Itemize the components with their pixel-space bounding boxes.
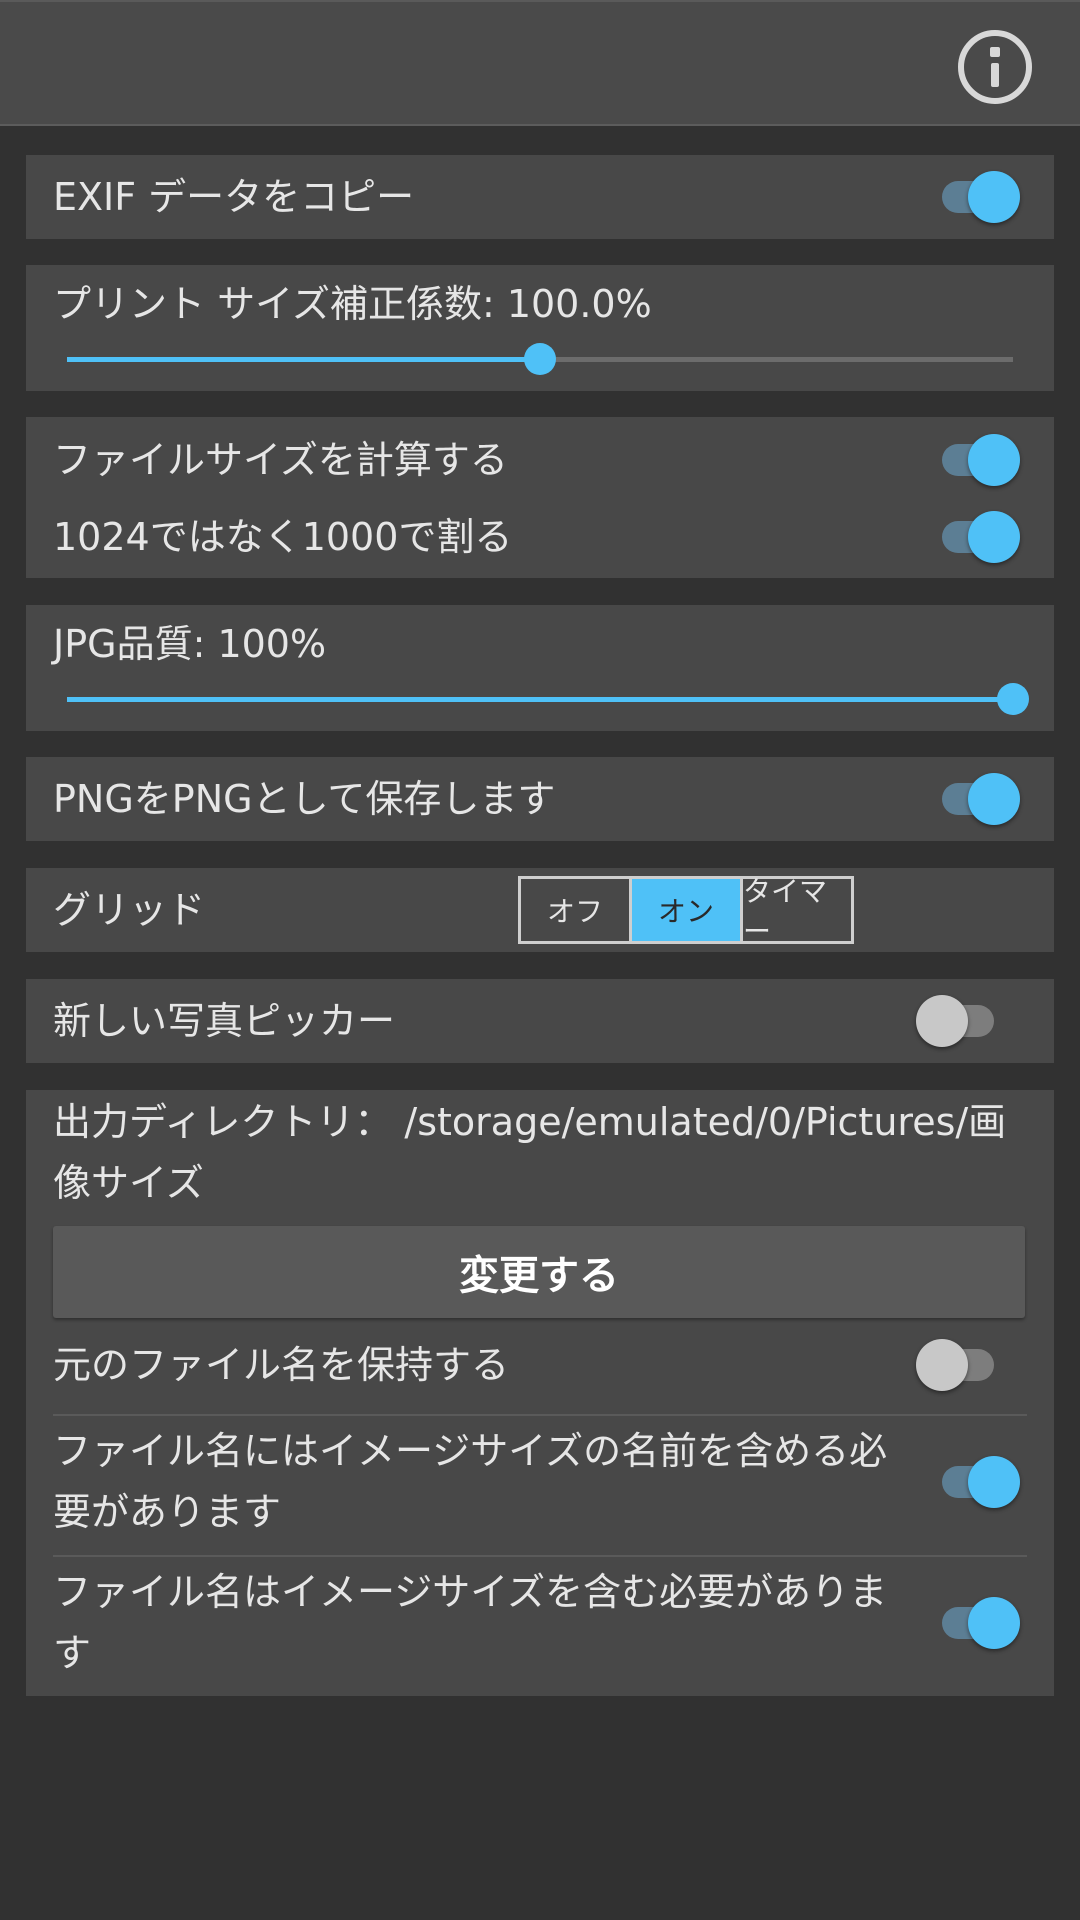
switch-thumb [968, 1597, 1020, 1649]
png-switch[interactable] [936, 773, 1020, 825]
info-icon[interactable] [958, 30, 1032, 104]
slider-knob[interactable] [524, 343, 556, 375]
slider-fill [67, 697, 1013, 702]
divider [53, 1414, 1027, 1416]
include-name-label: ファイル名にはイメージサイズの名前を含める必要があります [53, 1429, 888, 1534]
switch-thumb [968, 434, 1020, 486]
jpg-quality-slider[interactable] [67, 679, 1029, 719]
grid-segmented-control: オフ オン タイマー [518, 875, 854, 948]
print-size-slider[interactable] [67, 339, 1013, 379]
info-icon-stem [991, 63, 999, 87]
keep-original-label: 元のファイル名を保持する [53, 1343, 510, 1387]
keep-original-switch[interactable] [916, 1339, 1000, 1391]
include-name-switch[interactable] [936, 1456, 1020, 1508]
grid-card: グリッド オフ オン タイマー [26, 868, 1054, 952]
divider [53, 1555, 1027, 1557]
photo-picker-label: 新しい写真ピッカー [53, 999, 396, 1043]
slider-fill [67, 357, 540, 362]
slider-knob[interactable] [997, 683, 1029, 715]
grid-option-off[interactable]: オフ [521, 879, 632, 941]
print-size-card: プリント サイズ補正係数: 100.0% [26, 265, 1054, 391]
grid-option-timer[interactable]: タイマー [743, 875, 851, 948]
photo-picker-switch[interactable] [916, 995, 1000, 1047]
switch-thumb [916, 995, 968, 1047]
info-icon-dot [990, 47, 1000, 57]
switch-thumb [968, 171, 1020, 223]
switch-thumb [968, 773, 1020, 825]
jpg-quality-label: JPG品質: 100% [53, 622, 327, 666]
output-directory-text: 出力ディレクトリ： /storage/emulated/0/Pictures/画… [53, 1100, 1007, 1205]
exif-label: EXIF データをコピー [53, 175, 415, 219]
change-directory-button[interactable]: 変更する [53, 1226, 1025, 1318]
switch-thumb [968, 511, 1020, 563]
switch-thumb [968, 1456, 1020, 1508]
divide-1000-switch[interactable] [936, 511, 1020, 563]
print-size-label: プリント サイズ補正係数: 100.0% [53, 282, 652, 326]
png-card: PNGをPNGとして保存します [26, 757, 1054, 841]
exif-switch[interactable] [936, 171, 1020, 223]
jpg-quality-card: JPG品質: 100% [26, 605, 1054, 731]
exif-card: EXIF データをコピー [26, 155, 1054, 239]
calc-file-size-switch[interactable] [936, 434, 1020, 486]
include-size-label: ファイル名はイメージサイズを含む必要があります [53, 1570, 888, 1675]
divide-1000-label: 1024ではなく1000で割る [53, 515, 513, 559]
photo-picker-card: 新しい写真ピッカー [26, 979, 1054, 1063]
png-label: PNGをPNGとして保存します [53, 777, 556, 821]
switch-thumb [916, 1339, 968, 1391]
grid-option-on[interactable]: オン [632, 879, 743, 941]
output-card: 出力ディレクトリ： /storage/emulated/0/Pictures/画… [26, 1090, 1054, 1696]
calc-file-size-label: ファイルサイズを計算する [53, 438, 508, 482]
grid-label: グリッド [53, 888, 206, 932]
include-size-switch[interactable] [936, 1597, 1020, 1649]
top-app-bar [0, 0, 1080, 126]
file-size-card: ファイルサイズを計算する 1024ではなく1000で割る [26, 417, 1054, 578]
